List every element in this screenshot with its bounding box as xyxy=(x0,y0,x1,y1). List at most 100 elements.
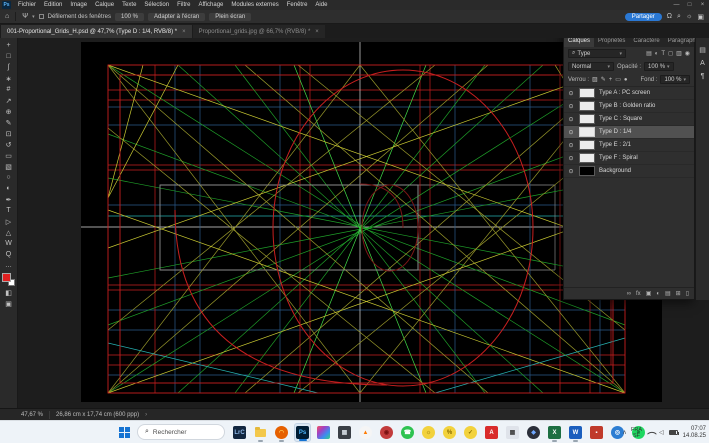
pen-tool[interactable]: ✒ xyxy=(2,194,16,205)
taskbar-app-whatsapp[interactable]: ☎ xyxy=(399,423,416,442)
type-tool[interactable]: T xyxy=(2,205,16,216)
taskbar-app-photos[interactable] xyxy=(315,423,332,442)
blend-mode-combo[interactable]: Normal ▾ xyxy=(568,62,614,71)
zoom-level[interactable]: 47,67 % xyxy=(21,412,43,418)
fit-screen-button[interactable]: Adapter à l'écran xyxy=(148,13,205,21)
visibility-eye-icon[interactable]: ⊙ xyxy=(567,142,575,149)
taskbar-app-firefox[interactable]: ◠ xyxy=(273,423,290,442)
menu-item-filtre[interactable]: Filtre xyxy=(173,2,194,8)
taskbar-app-acrobat[interactable]: A xyxy=(483,423,500,442)
marquee-tool[interactable]: □ xyxy=(2,51,16,62)
menu-item-slection[interactable]: Sélection xyxy=(140,2,173,8)
tray-expand-icon[interactable]: ʌ xyxy=(623,430,626,436)
visibility-eye-icon[interactable]: ⊙ xyxy=(567,103,575,110)
link-layers-icon[interactable]: ∞ xyxy=(627,291,631,297)
taskbar-search[interactable]: ⌕ Rechercher xyxy=(137,424,225,440)
menu-item-calque[interactable]: Calque xyxy=(91,2,118,8)
filter-smart-icon[interactable]: ▥ xyxy=(676,50,682,57)
menu-item-fentre[interactable]: Fenêtre xyxy=(283,2,312,8)
layer-row[interactable]: ⊙Type A : PC screen xyxy=(564,87,694,100)
layer-filter-combo[interactable]: ⌕ Type ▾ xyxy=(568,49,626,58)
path-select-tool[interactable]: ▷ xyxy=(2,216,16,227)
clone-stamp-tool[interactable]: ⊡ xyxy=(2,128,16,139)
workspace-icon[interactable]: ☼ xyxy=(686,13,692,21)
menu-item-affichage[interactable]: Affichage xyxy=(194,2,227,8)
taskbar-app-word[interactable]: W xyxy=(567,423,584,442)
dodge-tool[interactable]: ◐ xyxy=(2,183,16,194)
layer-group-icon[interactable]: ▤ xyxy=(665,290,671,297)
delete-layer-icon[interactable]: ▯ xyxy=(686,290,689,297)
taskbar-app-yellow-app-3[interactable]: ✓ xyxy=(462,423,479,442)
home-icon[interactable]: ⌂ xyxy=(5,13,9,20)
taskbar-app-capture-device[interactable]: ▦ xyxy=(336,423,353,442)
object-selection-tool[interactable]: ∗ xyxy=(2,73,16,84)
new-layer-icon[interactable]: ⊞ xyxy=(676,290,681,297)
filter-type-icon[interactable]: T xyxy=(661,51,665,57)
chevron-down-icon[interactable]: ▾ xyxy=(32,14,35,20)
layer-row[interactable]: ⊙Type B : Golden ratio xyxy=(564,100,694,113)
search-icon[interactable]: ⌕ xyxy=(677,13,681,21)
filter-pixel-icon[interactable]: ▤ xyxy=(646,50,652,57)
visibility-eye-icon[interactable]: ⊙ xyxy=(567,155,575,162)
blur-tool[interactable]: ○ xyxy=(2,172,16,183)
minimize-button[interactable]: — xyxy=(670,2,683,8)
close-icon[interactable]: × xyxy=(182,29,186,35)
taskbar-app-yellow-app-2[interactable]: % xyxy=(441,423,458,442)
document-tab[interactable]: Proportional_grids.jpg @ 66,7% (RVB/8) *… xyxy=(193,25,325,38)
document-tab[interactable]: 001-Proportional_Grids_H.psd @ 47,7% (Ty… xyxy=(1,25,192,38)
edit-toolbar[interactable]: … xyxy=(2,260,16,271)
menu-item-modulesexternes[interactable]: Modules externes xyxy=(227,2,282,8)
layer-style-icon[interactable]: fx xyxy=(636,291,641,297)
share-button[interactable]: Partager xyxy=(625,13,662,21)
fill-combo[interactable]: 100 % ▾ xyxy=(660,75,690,84)
crop-tool[interactable]: # xyxy=(2,84,16,95)
menu-item-aide[interactable]: Aide xyxy=(311,2,331,8)
wifi-icon[interactable] xyxy=(647,429,657,439)
shape-tool[interactable]: △ xyxy=(2,227,16,238)
taskbar-app-explorer[interactable] xyxy=(252,423,269,442)
brush-tool[interactable]: ✎ xyxy=(2,117,16,128)
gradient-tool[interactable]: ▧ xyxy=(2,161,16,172)
opacity-combo[interactable]: 100 % ▾ xyxy=(644,62,674,71)
color-swatches[interactable] xyxy=(2,273,15,286)
move-tool[interactable]: + xyxy=(2,40,16,51)
close-icon[interactable]: × xyxy=(315,29,319,35)
paragraph-panel-icon[interactable]: ¶ xyxy=(701,73,705,80)
visibility-eye-icon[interactable]: ⊙ xyxy=(567,168,575,175)
eraser-tool[interactable]: ▭ xyxy=(2,150,16,161)
hand-tool[interactable]: W xyxy=(2,238,16,249)
spot-healing-tool[interactable]: ⊕ xyxy=(2,106,16,117)
layer-row[interactable]: ⊙Type C : Square xyxy=(564,113,694,126)
visibility-eye-icon[interactable]: ⊙ xyxy=(567,116,575,123)
eyedropper-tool[interactable]: ↗ xyxy=(2,95,16,106)
menu-item-fichier[interactable]: Fichier xyxy=(14,2,40,8)
taskbar-app-excel[interactable]: X xyxy=(546,423,563,442)
taskbar-app-lightroom[interactable]: LrC xyxy=(231,423,248,442)
close-button[interactable]: × xyxy=(696,2,709,8)
language-indicator[interactable]: FRA SF xyxy=(631,427,642,439)
filter-pin-icon[interactable]: ◉ xyxy=(685,50,690,57)
adjustment-layer-icon[interactable]: ◐ xyxy=(656,291,660,297)
layer-row[interactable]: ⊙Type D : 1/4 xyxy=(564,126,694,139)
menu-item-edition[interactable]: Edition xyxy=(40,2,66,8)
clock[interactable]: 07:07 14.08.25 xyxy=(683,426,706,439)
maximize-button[interactable]: □ xyxy=(683,2,696,8)
layer-row[interactable]: ⊙Type E : 2/1 xyxy=(564,139,694,152)
filter-adjustment-icon[interactable]: ◐ xyxy=(655,51,659,57)
start-button[interactable] xyxy=(119,427,130,438)
lock-position-icon[interactable]: + xyxy=(609,77,613,83)
character-panel-icon[interactable]: A xyxy=(700,60,705,67)
fullscreen-button[interactable]: Plein écran xyxy=(209,13,251,21)
quick-mask-icon[interactable]: ◧ xyxy=(2,287,16,298)
libraries-panel-icon[interactable]: ▤ xyxy=(699,46,706,54)
foreground-color-swatch[interactable] xyxy=(2,273,11,282)
zoom-100-button[interactable]: 100 % xyxy=(115,13,144,21)
lock-transparency-icon[interactable]: ▨ xyxy=(592,76,598,83)
hand-tool-icon[interactable]: Ψ xyxy=(22,13,28,20)
bell-icon[interactable]: Ω xyxy=(667,13,672,21)
visibility-eye-icon[interactable]: ⊙ xyxy=(567,90,575,97)
lock-artboard-icon[interactable]: ▭ xyxy=(615,76,621,83)
filter-shape-icon[interactable]: ◻ xyxy=(668,50,673,57)
status-caret-icon[interactable]: › xyxy=(145,412,147,418)
lock-all-icon[interactable]: ● xyxy=(624,77,628,83)
